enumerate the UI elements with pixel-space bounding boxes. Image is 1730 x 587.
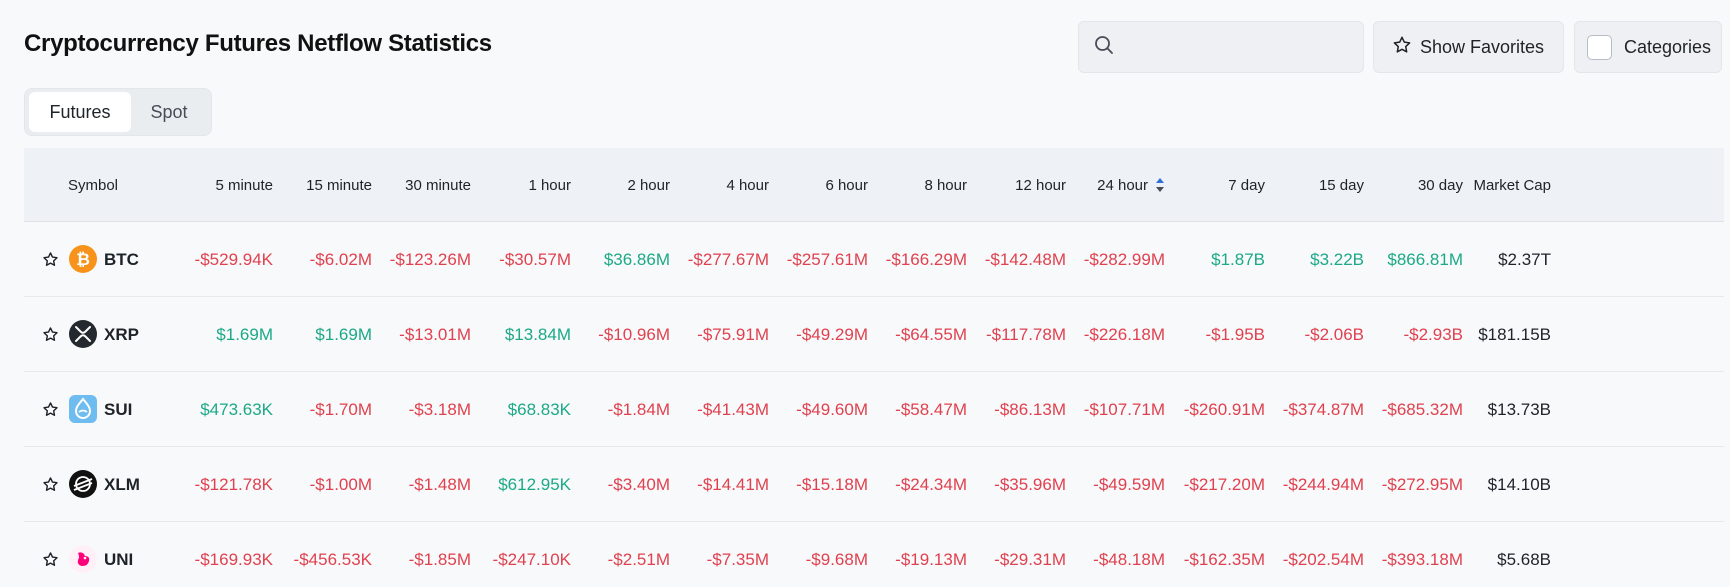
stellar-icon [68, 469, 98, 499]
column-header-label: 15 day [1318, 176, 1364, 194]
column-header-6-hour[interactable]: 6 hour [770, 148, 868, 222]
column-header-label: 4 hour [726, 176, 769, 194]
categories-label: Categories [1624, 36, 1712, 57]
favorite-star-icon[interactable] [42, 551, 59, 568]
column-header-label: 1 hour [528, 176, 571, 194]
xrp-icon [68, 319, 98, 349]
favorite-star-icon[interactable] [42, 326, 59, 343]
table-header: Symbol 5 minute 15 minute 30 minute 1 hour 2… [24, 148, 1724, 222]
column-header-label: 7 day [1228, 176, 1265, 194]
table-row[interactable]: ₿ BTC -$529.94K -$6.02M -$123.26M -$30.57M $36… [24, 222, 1724, 297]
column-header-7-day[interactable]: 7 day [1167, 148, 1265, 222]
column-header-label: 15 minute [306, 176, 372, 194]
market-cap-cell: $2.37T [1498, 249, 1551, 269]
market-cap-cell: $14.10B [1487, 474, 1551, 494]
categories-button[interactable]: Categories [1574, 21, 1722, 73]
bitcoin-icon: ₿ [68, 244, 98, 274]
tab-futures[interactable]: Futures [29, 92, 131, 132]
column-header-4-hour[interactable]: 4 hour [671, 148, 769, 222]
column-header-label: 2 hour [627, 176, 670, 194]
show-favorites-label: Show Favorites [1420, 36, 1545, 57]
favorite-star-icon[interactable] [42, 476, 59, 493]
favorite-star-icon[interactable] [42, 251, 59, 268]
market-cap-cell: $13.73B [1487, 399, 1551, 419]
column-header-label: 5 minute [215, 176, 273, 194]
column-header-15-day[interactable]: 15 day [1266, 148, 1364, 222]
coin-symbol[interactable]: UNI [104, 522, 133, 587]
column-header-24-hour[interactable]: 24 hour [1067, 148, 1165, 222]
table-body: ₿ BTC -$529.94K -$6.02M -$123.26M -$30.57M $36… [24, 222, 1724, 587]
column-header-label: 8 hour [924, 176, 967, 194]
column-header-8-hour[interactable]: 8 hour [869, 148, 967, 222]
column-header-5-minute[interactable]: 5 minute [175, 148, 273, 222]
search-box[interactable] [1078, 21, 1364, 73]
column-header-label: 6 hour [825, 176, 868, 194]
tab-spot[interactable]: Spot [131, 92, 207, 132]
market-cap-cell: $5.68B [1497, 549, 1551, 569]
column-header-label: 24 hour [1097, 176, 1148, 194]
search-icon [1094, 35, 1114, 60]
column-header-label: Market Cap [1473, 176, 1551, 194]
uniswap-icon [68, 544, 98, 574]
sui-icon [68, 394, 98, 424]
table-row[interactable]: SUI $473.63K -$1.70M -$3.18M $68.83K -$1.84M -… [24, 372, 1724, 447]
coin-symbol[interactable]: SUI [104, 372, 132, 447]
column-header-1-hour[interactable]: 1 hour [473, 148, 571, 222]
column-header-market-cap[interactable]: Market Cap [1453, 148, 1551, 222]
search-input[interactable] [1124, 38, 1354, 56]
favorite-star-icon[interactable] [42, 401, 59, 418]
column-header-label: 12 hour [1015, 176, 1066, 194]
table-row[interactable]: XLM -$121.78K -$1.00M -$1.48M $612.95K -$3.40… [24, 447, 1724, 522]
column-header-2-hour[interactable]: 2 hour [572, 148, 670, 222]
column-header-30-minute[interactable]: 30 minute [373, 148, 471, 222]
column-header-30-day[interactable]: 30 day [1365, 148, 1463, 222]
column-header-label: 30 minute [405, 176, 471, 194]
table-row[interactable]: XRP $1.69M $1.69M -$13.01M $13.84M -$10.96M -$… [24, 297, 1724, 372]
market-type-tabs: Futures Spot [24, 88, 212, 136]
netflow-table: Symbol 5 minute 15 minute 30 minute 1 hour 2… [24, 148, 1724, 587]
table-row[interactable]: UNI -$169.93K -$456.53K -$1.85M -$247.10K -$2… [24, 522, 1724, 587]
svg-text:₿: ₿ [76, 250, 90, 270]
column-header-symbol[interactable]: Symbol [68, 148, 118, 222]
market-cap-cell: $181.15B [1478, 324, 1551, 344]
star-icon [1392, 35, 1412, 60]
column-header-15-minute[interactable]: 15 minute [274, 148, 372, 222]
page-title: Cryptocurrency Futures Netflow Statistic… [24, 30, 492, 57]
categories-checkbox[interactable] [1587, 34, 1612, 60]
column-header-12-hour[interactable]: 12 hour [968, 148, 1066, 222]
sort-icon[interactable] [1155, 177, 1165, 193]
show-favorites-button[interactable]: Show Favorites [1373, 21, 1564, 73]
